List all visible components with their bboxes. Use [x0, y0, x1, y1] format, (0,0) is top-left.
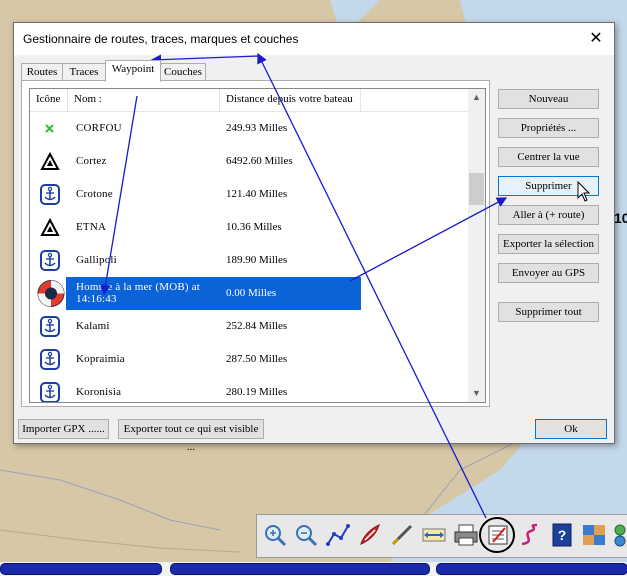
- tab-waypoint[interactable]: Waypoint: [105, 60, 161, 82]
- anchor-icon: [40, 382, 60, 402]
- anchor-icon: [40, 316, 60, 337]
- waypoint-distance: 249.93 Milles: [226, 122, 288, 134]
- chart-quilt-icon[interactable]: [581, 522, 607, 548]
- anchor-icon: [40, 250, 60, 271]
- tab-traces[interactable]: Traces: [62, 63, 106, 81]
- dialog-titlebar[interactable]: Gestionnaire de routes, traces, marques …: [14, 23, 614, 55]
- anchor-icon: [40, 349, 60, 370]
- waypoint-name: ETNA: [76, 221, 107, 233]
- waypoint-distance: 6492.60 Milles: [226, 155, 293, 167]
- waypoint-panel: Icône Nom : Distance depuis votre bateau…: [21, 80, 490, 407]
- supprimer-tout-button[interactable]: Supprimer tout: [498, 302, 599, 322]
- waypoint-name: Kalami: [76, 320, 110, 332]
- route-manager-dialog: Gestionnaire de routes, traces, marques …: [13, 22, 615, 453]
- main-toolbar: ?: [256, 514, 627, 558]
- list-item[interactable]: Kalami 252.84 Milles: [30, 310, 470, 343]
- svg-text:?: ?: [558, 527, 567, 543]
- waypoint-name: Kopraimia: [76, 353, 125, 365]
- waypoint-name: Koronisia: [76, 386, 122, 398]
- column-header-icon[interactable]: Icône: [30, 89, 68, 111]
- list-item[interactable]: Koronisia 280.19 Milles: [30, 376, 470, 402]
- waypoint-name: Cortez: [76, 155, 107, 167]
- list-scrollbar[interactable]: ▲ ▼: [468, 89, 485, 402]
- list-header: Icône Nom : Distance depuis votre bateau: [30, 89, 470, 112]
- chart-bar-segment[interactable]: [170, 563, 430, 575]
- print-icon[interactable]: [453, 522, 479, 548]
- aller-a-button[interactable]: Aller à (+ route): [498, 205, 599, 225]
- nouveau-button[interactable]: Nouveau: [498, 89, 599, 109]
- track-icon[interactable]: [517, 522, 543, 548]
- green-cross-icon: [45, 124, 54, 133]
- route-manager-icon[interactable]: [485, 522, 511, 548]
- chart-scale-icon[interactable]: [421, 522, 447, 548]
- waypoint-distance: 280.19 Milles: [226, 386, 288, 398]
- waypoint-name: Gallipoli: [76, 254, 117, 266]
- exporter-selection-button[interactable]: Exporter la sélection: [498, 234, 599, 254]
- ok-button[interactable]: Ok: [535, 419, 607, 439]
- proprietes-button[interactable]: Propriétés ...: [498, 118, 599, 138]
- triangle-mark-icon: [40, 217, 60, 236]
- zoom-out-icon[interactable]: [293, 522, 319, 548]
- waypoint-list[interactable]: Icône Nom : Distance depuis votre bateau…: [29, 88, 486, 403]
- tab-couches[interactable]: Couches: [160, 63, 206, 81]
- waypoint-distance: 121.40 Milles: [226, 188, 288, 200]
- list-item[interactable]: Gallipoli 189.90 Milles: [30, 244, 470, 277]
- waypoint-name: CORFOU: [76, 122, 122, 134]
- scroll-thumb[interactable]: [469, 173, 484, 205]
- dialog-title: Gestionnaire de routes, traces, marques …: [23, 32, 299, 46]
- triangle-mark-icon: [40, 151, 60, 170]
- chart-bar-segment[interactable]: [436, 563, 627, 575]
- list-item-selected[interactable]: Homme à la mer (MOB) at 14:16:43 0.00 Mi…: [30, 277, 470, 310]
- scroll-up-icon[interactable]: ▲: [468, 89, 485, 106]
- column-header-distance[interactable]: Distance depuis votre bateau: [220, 89, 361, 111]
- waypoint-distance: 0.00 Milles: [226, 287, 277, 299]
- measure-icon[interactable]: [389, 522, 415, 548]
- waypoint-distance: 252.84 Milles: [226, 320, 288, 332]
- scroll-down-icon[interactable]: ▼: [468, 385, 485, 402]
- envoyer-gps-button[interactable]: Envoyer au GPS: [498, 263, 599, 283]
- list-item[interactable]: Cortez 6492.60 Milles: [30, 145, 470, 178]
- chart-depth-label: 10: [614, 210, 627, 226]
- anchor-icon: [40, 184, 60, 205]
- tab-routes[interactable]: Routes: [21, 63, 63, 81]
- close-icon[interactable]: ✕: [586, 29, 606, 49]
- zoom-in-icon[interactable]: [262, 522, 288, 548]
- route-icon[interactable]: [325, 522, 351, 548]
- waypoint-distance: 189.90 Milles: [226, 254, 288, 266]
- waypoint-distance: 10.36 Milles: [226, 221, 282, 233]
- chart-bar: [0, 562, 627, 576]
- waypoint-distance: 287.50 Milles: [226, 353, 288, 365]
- centrer-vue-button[interactable]: Centrer la vue: [498, 147, 599, 167]
- list-item[interactable]: Crotone 121.40 Milles: [30, 178, 470, 211]
- importer-gpx-button[interactable]: Importer GPX ......: [18, 419, 109, 439]
- list-item[interactable]: Kopraimia 287.50 Milles: [30, 343, 470, 376]
- list-item[interactable]: ETNA 10.36 Milles: [30, 211, 470, 244]
- waypoint-name: Crotone: [76, 188, 113, 200]
- lifebuoy-icon: [37, 280, 65, 307]
- boat-icon[interactable]: [357, 522, 383, 548]
- chart-bar-segment[interactable]: [0, 563, 162, 575]
- list-item[interactable]: CORFOU 249.93 Milles: [30, 112, 470, 145]
- mouse-cursor-icon: [577, 181, 591, 202]
- column-header-name[interactable]: Nom :: [68, 89, 220, 111]
- exporter-tout-button[interactable]: Exporter tout ce qui est visible ...: [118, 419, 264, 453]
- help-icon[interactable]: ?: [549, 522, 575, 548]
- settings-icon[interactable]: [611, 522, 627, 548]
